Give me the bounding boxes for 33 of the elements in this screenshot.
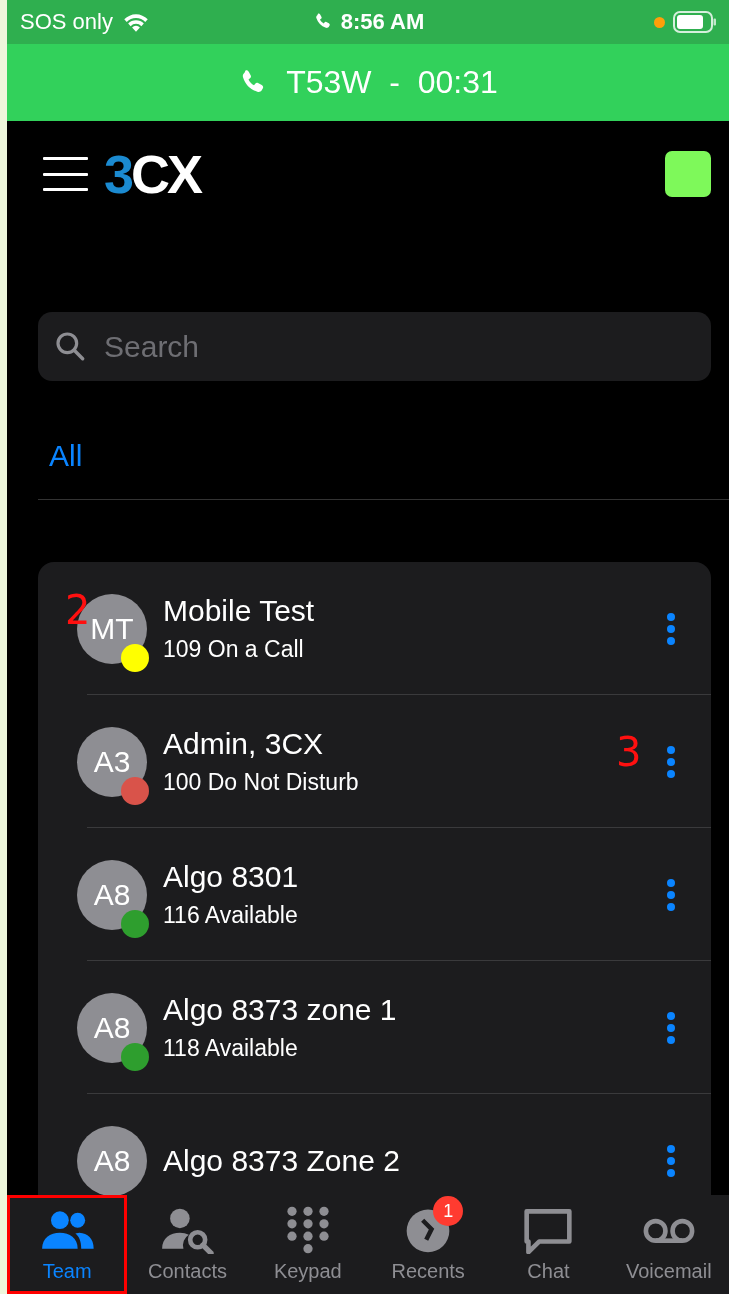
annotation-number: 3 — [616, 731, 642, 772]
tab-button[interactable]: Contacts — [127, 1195, 248, 1294]
tab-button[interactable]: Keypad — [247, 1195, 368, 1294]
search-field[interactable]: Search — [38, 312, 711, 381]
person-search-icon — [160, 1206, 215, 1254]
contact-status: 109 On a Call — [163, 636, 304, 663]
avatar-circle: A8 — [77, 1125, 147, 1195]
avatar-circle: A8 — [77, 859, 147, 930]
tab-button[interactable]: Chat — [488, 1195, 609, 1294]
contact-status: 118 Available — [163, 1035, 298, 1062]
badge-count: 1 — [433, 1196, 464, 1226]
tab-button[interactable]: 1 Recents — [368, 1195, 489, 1294]
tab-button[interactable]: Team — [7, 1195, 128, 1294]
app-logo: 3CX — [104, 147, 201, 201]
contact-name: Algo 8373 Zone 2 — [163, 1143, 400, 1178]
annotation-number: 2 — [65, 589, 91, 630]
search-icon — [54, 330, 86, 362]
status-square[interactable] — [665, 151, 711, 197]
contact-name: Mobile Test — [163, 594, 315, 628]
avatar-circle: A8 — [77, 992, 147, 1063]
contact-status: 116 Available — [163, 902, 298, 929]
battery-icon — [673, 11, 717, 33]
call-status-text: T53W - 00:31 — [286, 64, 498, 101]
clock-text: 8:56 AM — [340, 9, 425, 35]
contact-status: 100 Do Not Disturb — [163, 769, 359, 796]
contact-name: Admin, 3CX — [163, 727, 324, 761]
privacy-dot-icon — [654, 16, 665, 28]
avatar-circle: A3 — [77, 726, 147, 797]
contact-name: Algo 8301 — [163, 860, 299, 894]
contact-name: Algo 8373 zone 1 — [163, 993, 397, 1027]
filter-tab[interactable]: All — [38, 439, 94, 499]
carrier-text: SOS only — [20, 9, 113, 35]
tab-button[interactable]: Voicemail — [608, 1195, 729, 1294]
